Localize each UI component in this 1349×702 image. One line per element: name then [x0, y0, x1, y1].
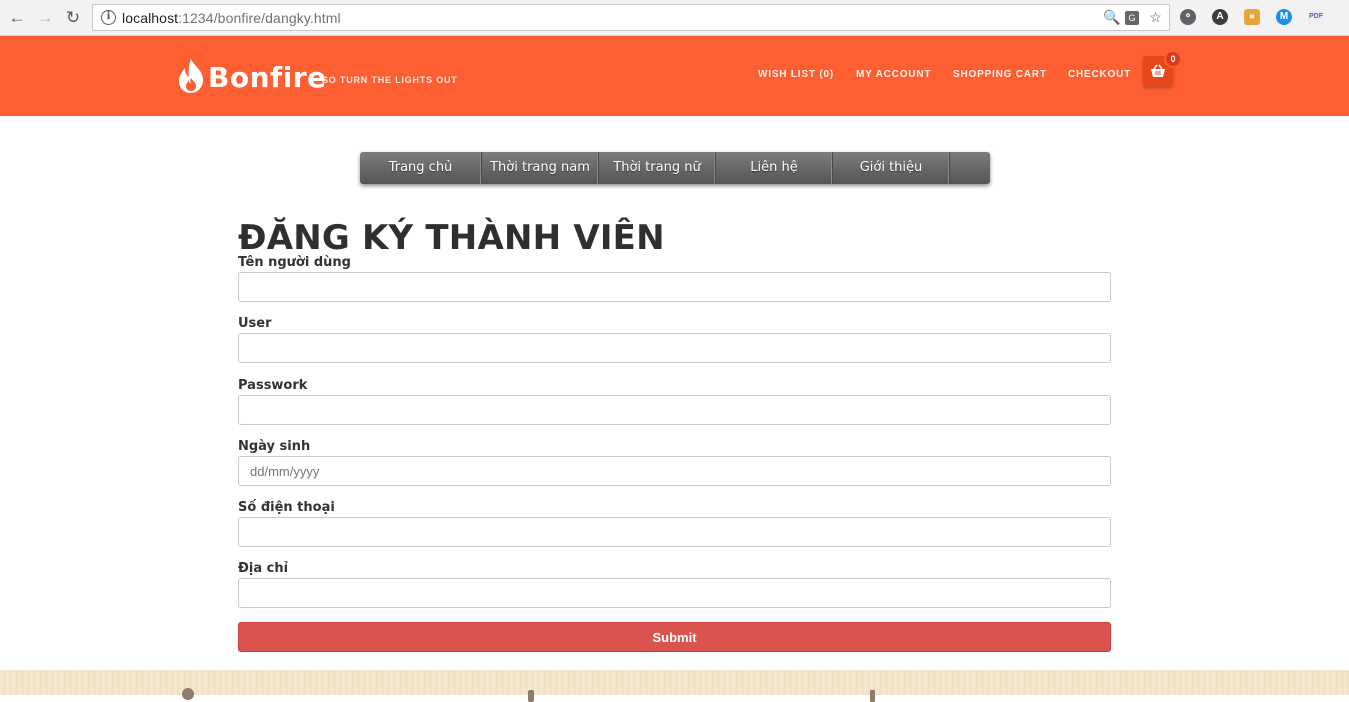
extension-pdf-icon[interactable]: PDF: [1308, 9, 1324, 25]
footer-tag-icon: [528, 690, 534, 702]
address-label: Địa chỉ: [238, 561, 289, 576]
zoom-icon[interactable]: 🔍: [1103, 9, 1120, 26]
nav-item-gioi-thieu[interactable]: Giới thiệu: [833, 152, 950, 184]
browser-toolbar: ← → ↻ i localhost:1234/bonfire/dangky.ht…: [0, 0, 1349, 36]
footer-strip: [0, 670, 1349, 702]
bookmark-star-icon[interactable]: ☆: [1147, 9, 1164, 26]
password-label: Passwork: [238, 378, 308, 393]
main-nav: Trang chủ Thời trang nam Thời trang nữ L…: [360, 152, 990, 184]
phone-input[interactable]: [238, 517, 1111, 547]
password-input[interactable]: [238, 395, 1111, 425]
translate-icon[interactable]: G: [1125, 11, 1139, 25]
phone-label: Số điện thoại: [238, 500, 335, 515]
nav-item-trang-chu[interactable]: Trang chủ: [360, 152, 482, 184]
flame-logo-icon[interactable]: [176, 58, 206, 94]
extension-a-icon[interactable]: A: [1212, 9, 1228, 25]
submit-button[interactable]: Submit: [238, 622, 1111, 652]
basket-icon: [1151, 64, 1165, 77]
birthdate-label: Ngày sinh: [238, 439, 311, 454]
checkout-link[interactable]: CHECKOUT: [1068, 69, 1131, 80]
address-bar[interactable]: i localhost:1234/bonfire/dangky.html 🔍 G…: [92, 4, 1170, 31]
footer-info-icon: [870, 690, 875, 702]
forward-arrow-icon[interactable]: →: [35, 8, 55, 28]
back-arrow-icon[interactable]: ←: [7, 8, 27, 28]
extension-face-icon[interactable]: ●: [1244, 9, 1260, 25]
site-header: Bonfire SO TURN THE LIGHTS OUT WISH LIST…: [0, 36, 1349, 116]
wish-list-link[interactable]: WISH LIST (0): [758, 69, 834, 80]
user-input[interactable]: [238, 333, 1111, 363]
cart-count-badge: 0: [1164, 50, 1182, 68]
my-account-link[interactable]: MY ACCOUNT: [856, 69, 931, 80]
user-label: User: [238, 316, 272, 331]
info-icon[interactable]: i: [101, 10, 116, 25]
address-input[interactable]: [238, 578, 1111, 608]
nav-item-lien-he[interactable]: Liên hệ: [716, 152, 833, 184]
brand-logo-text[interactable]: Bonfire: [208, 61, 327, 94]
name-input[interactable]: [238, 272, 1111, 302]
reload-icon[interactable]: ↻: [63, 8, 83, 28]
name-label: Tên người dùng: [238, 255, 351, 270]
extension-circle-icon[interactable]: ⚬: [1180, 9, 1196, 25]
birthdate-input[interactable]: [238, 456, 1111, 486]
shopping-cart-link[interactable]: SHOPPING CART: [953, 69, 1047, 80]
url-text[interactable]: localhost:1234/bonfire/dangky.html: [122, 10, 341, 26]
extension-m-icon[interactable]: M: [1276, 9, 1292, 25]
page-title: ĐĂNG KÝ THÀNH VIÊN: [238, 218, 665, 258]
nav-item-thoi-trang-nam[interactable]: Thời trang nam: [482, 152, 599, 184]
nav-item-thoi-trang-nu[interactable]: Thời trang nữ: [599, 152, 716, 184]
tagline: SO TURN THE LIGHTS OUT: [322, 75, 458, 85]
footer-person-icon: [182, 688, 194, 700]
